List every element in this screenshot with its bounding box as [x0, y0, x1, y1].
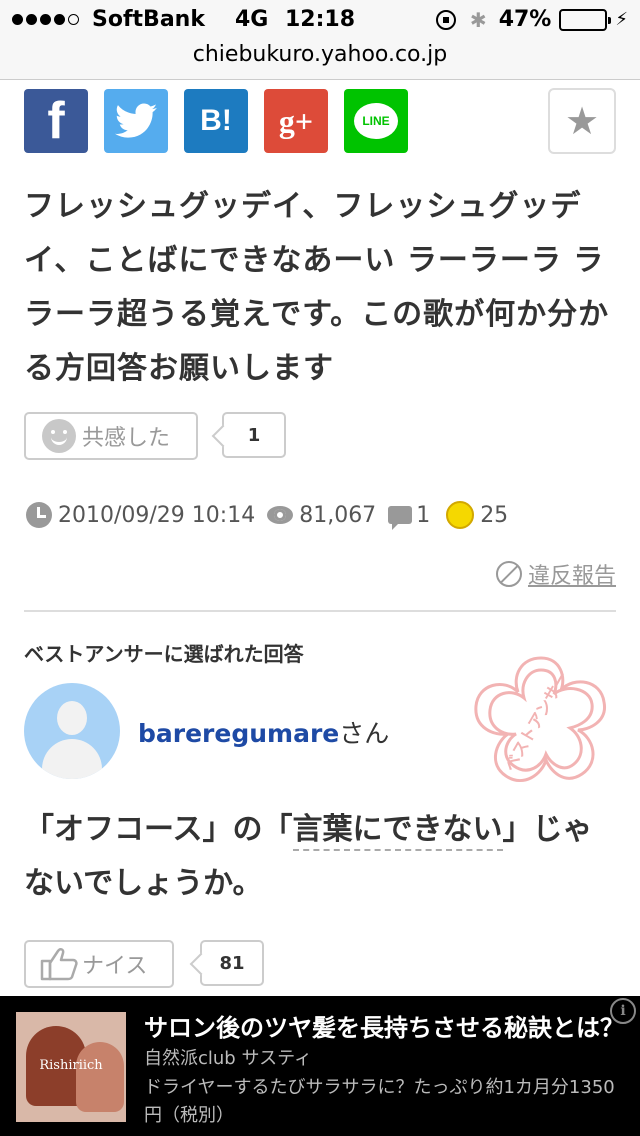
ad-info-icon[interactable]: i: [610, 998, 636, 1024]
nice-button[interactable]: ナイス: [24, 940, 174, 988]
answer-text: 「オフコース」の「言葉にできない」じゃないでしょうか。: [24, 803, 616, 911]
nice-count: 81: [200, 940, 264, 986]
username-link[interactable]: bareregumare: [138, 719, 339, 748]
coin-icon: [446, 501, 475, 529]
ad-image[interactable]: Rishiriich: [16, 1012, 126, 1122]
hatena-bookmark-share-button[interactable]: B!: [184, 89, 248, 153]
line-share-button[interactable]: LINE: [344, 89, 408, 153]
google-plus-share-button[interactable]: g+: [264, 89, 328, 153]
view-count: 81,067: [299, 502, 377, 528]
hatena-bookmark-icon: B!: [200, 104, 232, 137]
bookmark-star-button[interactable]: ★: [548, 88, 616, 154]
line-icon: LINE: [354, 103, 398, 139]
ad-title[interactable]: サロン後のツヤ髪を長持ちさせる秘訣とは？: [144, 1008, 624, 1043]
question-datetime: 2010/09/29 10:14: [58, 502, 256, 528]
battery-percent: 47%: [498, 7, 552, 32]
views-icon: [267, 506, 294, 524]
question-meta: 2010/09/29 10:14 81,067 1 25: [26, 500, 508, 530]
thumbs-up-icon: [40, 948, 78, 981]
charging-icon: ⚡: [615, 9, 628, 30]
facebook-share-button[interactable]: f: [24, 89, 88, 153]
coin-count: 25: [480, 502, 509, 528]
twitter-icon: [115, 103, 157, 138]
clock-icon: [26, 502, 52, 528]
star-icon: ★: [564, 99, 600, 143]
status-bar: SoftBank 4G 12:18 ✱ 47% ⚡: [0, 0, 640, 40]
best-answer-stamp-text: ベストアンサー: [500, 668, 572, 774]
answer-text-before: 「オフコース」の「: [24, 812, 293, 847]
nice-label: ナイス: [82, 954, 148, 979]
answers-icon: [388, 506, 413, 530]
empathy-label: 共感した: [82, 426, 171, 451]
google-plus-icon: g+: [278, 102, 314, 139]
best-answer-stamp-icon: ベストアンサー: [474, 656, 606, 783]
battery-icon: [559, 8, 612, 31]
avatar[interactable]: [24, 683, 120, 779]
smile-icon: [42, 419, 76, 453]
report-link[interactable]: 違反報告: [495, 558, 616, 590]
question-text: フレッシュグッデイ、フレッシュグッデイ、ことばにできなあーい ラーラーラ ララー…: [24, 189, 610, 386]
status-right: ✱ 47% ⚡: [435, 7, 628, 32]
twitter-share-button[interactable]: [104, 89, 168, 153]
ad-description: ドライヤーするたびサラサラに？たっぷり約1カ月分1350円（税別）: [144, 1077, 615, 1126]
empathy-count: 1: [222, 412, 286, 458]
ad-banner[interactable]: Rishiriich サロン後のツヤ髪を長持ちさせる秘訣とは？ 自然派club …: [0, 996, 640, 1136]
facebook-icon: f: [47, 92, 65, 150]
url-bar[interactable]: chiebukuro.yahoo.co.jp: [0, 40, 640, 80]
answer-keyword-link[interactable]: 言葉にできない: [292, 812, 503, 851]
ad-sponsor: 自然派club サスティ: [144, 1048, 313, 1069]
report-label: 違反報告: [527, 564, 616, 589]
answer-count: 1: [416, 502, 431, 528]
honorific: さん: [339, 719, 390, 748]
share-bar: f B! g+ LINE ★: [24, 88, 616, 154]
section-divider: [24, 610, 616, 612]
bluetooth-icon: ✱: [469, 7, 487, 32]
best-answer-heading: ベストアンサーに選ばれた回答: [24, 642, 304, 666]
rotation-lock-icon: [435, 9, 456, 30]
ad-image-brand: Rishiriich: [39, 1058, 103, 1073]
ban-icon: [495, 561, 522, 587]
empathy-button[interactable]: 共感した: [24, 412, 198, 460]
answerer-name[interactable]: bareregumareさん: [138, 714, 389, 750]
